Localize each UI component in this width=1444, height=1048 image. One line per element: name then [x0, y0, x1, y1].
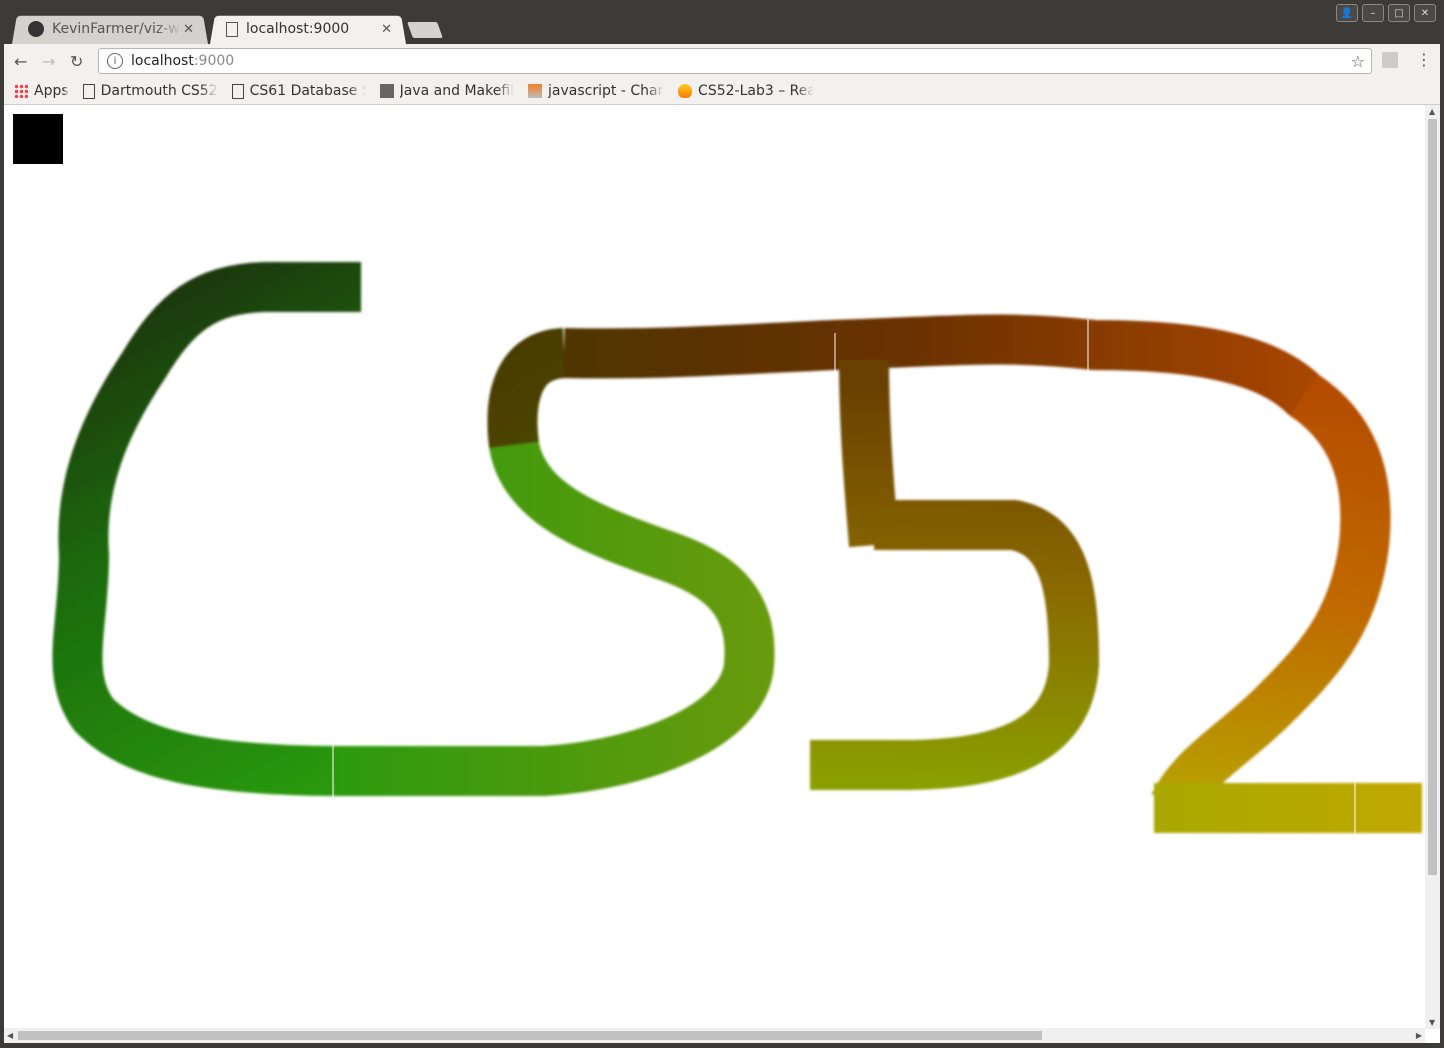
stroke-s [487, 328, 568, 449]
color-swatch[interactable] [13, 114, 63, 164]
tab-localhost[interactable]: localhost:9000 ✕ [210, 14, 406, 44]
bookmark-label: Java and Makefil [399, 83, 515, 99]
back-arrow-icon[interactable]: ← [14, 52, 27, 71]
new-tab-button[interactable] [407, 22, 443, 38]
forward-arrow-icon[interactable]: → [42, 52, 55, 71]
horizontal-scrollbar[interactable]: ◀ ▶ [4, 1028, 1425, 1043]
bookmark-label: Dartmouth CS52 [100, 83, 218, 99]
window-controls: 👤 – □ ✕ [1336, 4, 1436, 22]
maximize-icon[interactable]: □ [1388, 4, 1410, 22]
stroke-c [52, 262, 361, 796]
info-icon[interactable]: i [107, 53, 123, 69]
github-icon [28, 21, 44, 37]
bookmark-javascript[interactable]: javascript - Chang [528, 83, 664, 99]
scroll-down-icon[interactable]: ▼ [1429, 1018, 1435, 1027]
stroke-five-stem [839, 359, 899, 548]
vertical-scrollbar[interactable]: ▲ ▼ [1425, 105, 1440, 1029]
toolbar: ← → ↻ i localhost:9000 ☆ ⋮ [4, 44, 1440, 78]
url-port: :9000 [193, 53, 235, 69]
user-icon[interactable]: 👤 [1336, 4, 1358, 22]
apps-grid-icon [14, 84, 28, 98]
scroll-right-icon[interactable]: ▶ [1416, 1031, 1422, 1040]
tab-title: localhost:9000 [246, 21, 350, 37]
extension-icon[interactable] [1382, 52, 1398, 68]
close-window-icon[interactable]: ✕ [1414, 4, 1436, 22]
bookmarks-bar: Apps Dartmouth CS52 CS61 Database Sy Jav… [4, 78, 1440, 105]
tab-github[interactable]: KevinFarmer/viz-wo ✕ [12, 14, 208, 44]
drawing-canvas[interactable] [4, 105, 1425, 1028]
horizontal-scroll-thumb[interactable] [18, 1031, 1042, 1040]
bookmark-java-makefile[interactable]: Java and Makefil [379, 83, 515, 99]
bookmark-label: CS52-Lab3 – Realt [698, 83, 815, 99]
close-tab-icon[interactable]: ✕ [381, 22, 392, 37]
bookmark-cs61-database[interactable]: CS61 Database Sy [231, 83, 366, 99]
page-icon [231, 83, 244, 99]
minimize-icon[interactable]: – [1362, 4, 1384, 22]
stroke-c-bottom [334, 328, 775, 796]
firebase-icon [678, 84, 693, 98]
vertical-scroll-thumb[interactable] [1428, 119, 1437, 875]
bookmark-label: CS61 Database Sy [249, 83, 366, 99]
scroll-left-icon[interactable]: ◀ [7, 1031, 13, 1040]
page-icon [226, 21, 238, 37]
stackoverflow-icon [528, 84, 543, 98]
bookmark-cs52-lab3[interactable]: CS52-Lab3 – Realt [678, 83, 814, 99]
bookmark-apps[interactable]: Apps [14, 83, 69, 99]
stroke-two-curve [1151, 374, 1391, 818]
url-host: localhost [131, 53, 194, 69]
bookmark-label: Apps [34, 83, 69, 99]
address-bar[interactable]: i localhost:9000 ☆ [98, 48, 1372, 74]
bookmark-dartmouth-cs52[interactable]: Dartmouth CS52 [82, 83, 218, 99]
scroll-up-icon[interactable]: ▲ [1429, 107, 1435, 116]
stroke-five-bowl [810, 500, 1099, 790]
bookmark-label: javascript - Chang [548, 83, 665, 99]
tab-title: KevinFarmer/viz-wo [52, 21, 182, 37]
close-tab-icon[interactable]: ✕ [183, 22, 194, 37]
image-icon [379, 84, 394, 98]
page-canvas[interactable]: ▲ ▼ ◀ ▶ [4, 105, 1440, 1043]
page-icon [82, 83, 95, 99]
menu-dots-icon[interactable]: ⋮ [1416, 50, 1432, 69]
bookmark-star-icon[interactable]: ☆ [1351, 52, 1365, 71]
title-bar: KevinFarmer/viz-wo ✕ localhost:9000 ✕ 👤 … [0, 0, 1444, 44]
reload-icon[interactable]: ↻ [70, 52, 83, 71]
